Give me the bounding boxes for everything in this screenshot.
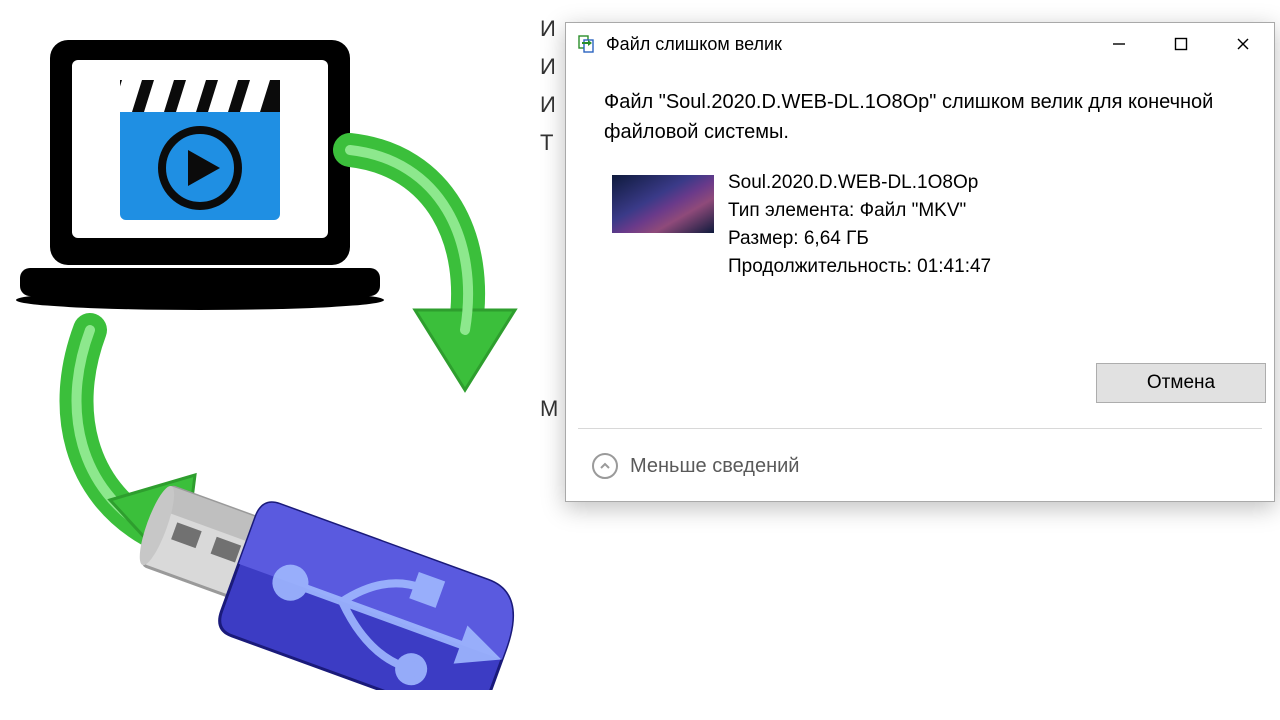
file-type: Тип элемента: Файл "MKV" <box>728 197 991 225</box>
usb-drive-icon <box>121 464 526 690</box>
dialog-body: Файл "Soul.2020.D.WEB-DL.1O8Op" слишком … <box>566 65 1274 501</box>
dialog-titlebar: Файл слишком велик <box>566 23 1274 65</box>
maximize-button[interactable] <box>1150 23 1212 65</box>
file-size: Размер: 6,64 ГБ <box>728 225 991 253</box>
dialog-title: Файл слишком велик <box>606 34 1088 55</box>
file-too-large-dialog: Файл слишком велик Файл "Soul.2020.D.WEB… <box>565 22 1275 502</box>
file-details-row: Soul.2020.D.WEB-DL.1O8Op Тип элемента: Ф… <box>612 169 1236 281</box>
less-details-toggle[interactable]: Меньше сведений <box>592 453 799 479</box>
copy-operation-icon <box>578 35 596 53</box>
file-duration: Продолжительность: 01:41:47 <box>728 253 991 281</box>
file-thumbnail <box>612 175 714 233</box>
separator <box>578 428 1262 429</box>
minimize-button[interactable] <box>1088 23 1150 65</box>
error-message: Файл "Soul.2020.D.WEB-DL.1O8Op" слишком … <box>604 87 1236 147</box>
laptop-icon <box>16 40 384 310</box>
file-metadata: Soul.2020.D.WEB-DL.1O8Op Тип элемента: Ф… <box>728 169 991 281</box>
chevron-up-icon <box>592 453 618 479</box>
close-button[interactable] <box>1212 23 1274 65</box>
illustration-laptop-to-usb <box>10 30 540 690</box>
less-details-label: Меньше сведений <box>630 455 799 478</box>
background-text: И И И Т М <box>540 10 558 428</box>
file-name: Soul.2020.D.WEB-DL.1O8Op <box>728 169 991 197</box>
cancel-button[interactable]: Отмена <box>1096 363 1266 403</box>
